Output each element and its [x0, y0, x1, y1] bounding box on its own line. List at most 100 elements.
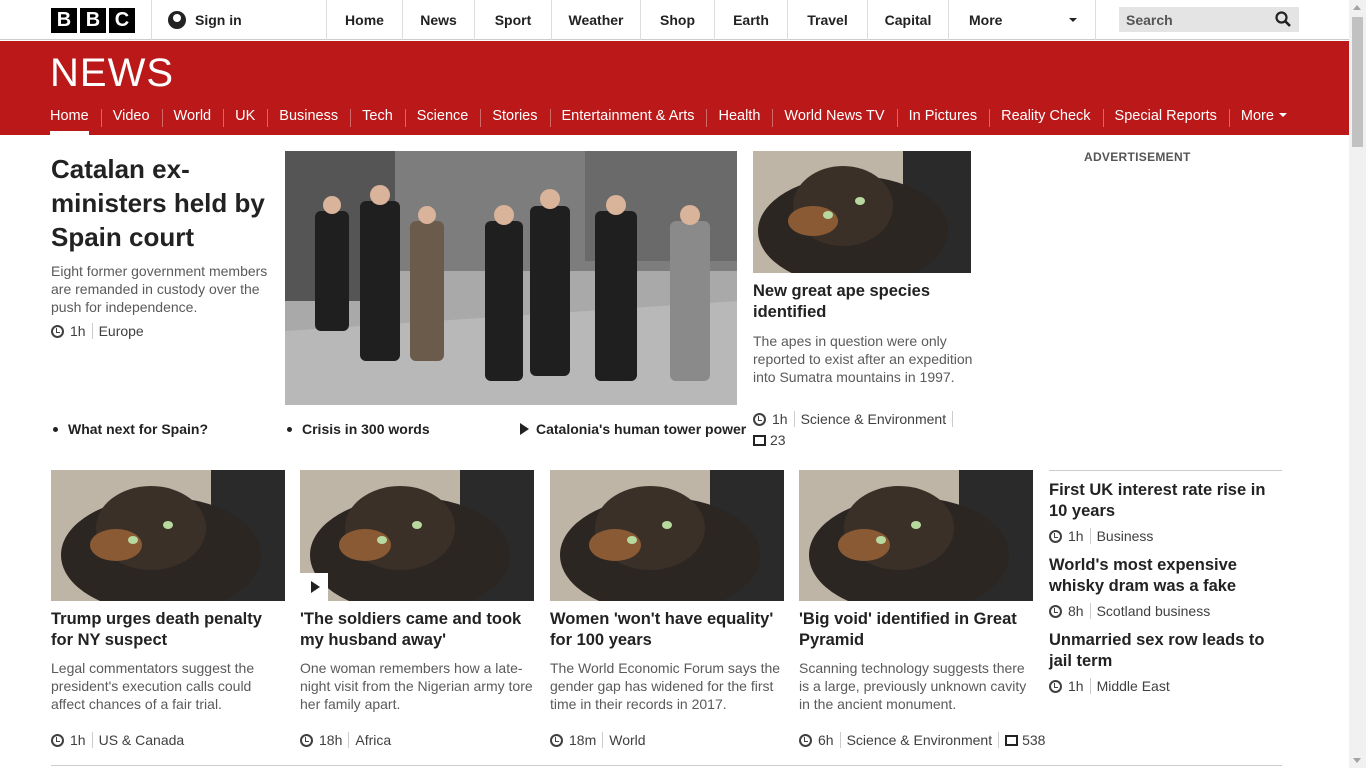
lead-story-image[interactable] [285, 151, 737, 405]
story-card-title[interactable]: Trump urges death penalty for NY suspect [51, 609, 285, 651]
divider [602, 732, 604, 748]
divider [1089, 528, 1091, 544]
comment-icon[interactable] [1005, 734, 1019, 746]
global-nav-weather[interactable]: Weather [552, 0, 641, 40]
story-card[interactable]: 'Big void' identified in Great Pyramid S… [799, 470, 1045, 748]
story-card[interactable]: 'The soldiers came and took my husband a… [300, 470, 534, 748]
news-nav-world[interactable]: World [161, 102, 224, 135]
side-story[interactable]: World's most expensive whisky dram was a… [1049, 555, 1282, 619]
global-nav-earth[interactable]: Earth [715, 0, 788, 40]
news-nav-special-reports[interactable]: Special Reports [1102, 102, 1229, 135]
global-nav-travel[interactable]: Travel [788, 0, 868, 40]
search-icon[interactable] [1275, 11, 1291, 27]
clock-icon [550, 733, 563, 747]
sign-in-link[interactable]: Sign in [151, 0, 327, 40]
story-section-link[interactable]: Scotland business [1097, 603, 1211, 619]
story-section-link[interactable]: Africa [355, 732, 391, 748]
story-card-image[interactable] [799, 470, 1033, 613]
scroll-thumb[interactable] [1352, 17, 1363, 147]
story-time: 1h [70, 732, 86, 748]
story-card-image[interactable] [51, 470, 285, 613]
story-card-summary: The World Economic Forum says the gender… [550, 660, 781, 712]
scroll-down-icon[interactable] [1353, 758, 1361, 763]
news-nav-entertainment[interactable]: Entertainment & Arts [549, 102, 707, 135]
story-card-image[interactable] [550, 470, 784, 613]
play-icon[interactable] [300, 573, 328, 601]
news-nav-video[interactable]: Video [100, 102, 162, 135]
global-nav-shop[interactable]: Shop [641, 0, 715, 40]
play-icon [520, 423, 529, 435]
bbc-logo[interactable]: B B C [51, 8, 135, 33]
story-time: 18h [319, 732, 343, 748]
section-divider [51, 765, 1282, 766]
related-video-link[interactable]: Catalonia's human tower power [520, 421, 746, 437]
story-section-link[interactable]: Science & Environment [801, 411, 947, 427]
news-logo[interactable]: NEWS [50, 51, 174, 96]
secondary-story-summary: The apes in question were only reported … [753, 333, 973, 385]
story-card-meta: 18h Africa [300, 732, 391, 748]
story-card-summary: Legal commentators suggest the president… [51, 660, 255, 712]
news-nav-world-news-tv[interactable]: World News TV [772, 102, 896, 135]
side-story-title[interactable]: First UK interest rate rise in 10 years [1049, 480, 1282, 522]
story-card-image[interactable] [300, 470, 534, 613]
divider [1089, 603, 1091, 619]
news-nav-health[interactable]: Health [706, 102, 772, 135]
news-nav-more[interactable]: More [1228, 102, 1299, 135]
story-section-link[interactable]: Europe [99, 323, 144, 339]
divider [998, 732, 1000, 748]
global-nav: Home News Sport Weather Shop Earth Trave… [326, 0, 1096, 40]
news-nav-science[interactable]: Science [404, 102, 481, 135]
more-label: More [969, 12, 1003, 28]
news-nav-reality-check[interactable]: Reality Check [989, 102, 1102, 135]
story-section-link[interactable]: Science & Environment [847, 732, 993, 748]
story-card-title[interactable]: 'The soldiers came and took my husband a… [300, 609, 534, 651]
story-section-link[interactable]: US & Canada [99, 732, 185, 748]
story-card-title[interactable]: Women 'won't have equality' for 100 year… [550, 609, 784, 651]
global-nav-more[interactable]: More [949, 0, 1096, 40]
comment-count[interactable]: 538 [1022, 732, 1045, 748]
related-link[interactable]: What next for Spain? [51, 421, 208, 437]
story-card-title[interactable]: 'Big void' identified in Great Pyramid [799, 609, 1033, 651]
story-section-link[interactable]: World [609, 732, 645, 748]
divider [91, 732, 93, 748]
story-card[interactable]: Trump urges death penalty for NY suspect… [51, 470, 285, 748]
search-box[interactable]: Search [1119, 7, 1299, 32]
user-icon [168, 11, 186, 29]
global-nav-news[interactable]: News [403, 0, 475, 40]
global-nav-home[interactable]: Home [326, 0, 403, 40]
clock-icon [300, 733, 313, 747]
side-story-title[interactable]: World's most expensive whisky dram was a… [1049, 555, 1282, 597]
news-header: NEWS Home Video World UK Business Tech S… [0, 41, 1349, 135]
secondary-story-meta: 1h Science & Environment [753, 411, 959, 427]
side-story[interactable]: First UK interest rate rise in 10 years … [1049, 480, 1282, 544]
logo-letter: B [51, 8, 77, 33]
story-section-link[interactable]: Business [1097, 528, 1154, 544]
global-nav-capital[interactable]: Capital [868, 0, 949, 40]
side-story-meta: 1h Business [1049, 528, 1282, 544]
news-nav-stories[interactable]: Stories [480, 102, 549, 135]
secondary-story-title[interactable]: New great ape species identified [753, 281, 973, 323]
sign-in-label: Sign in [195, 12, 242, 28]
news-nav-home[interactable]: Home [38, 102, 101, 135]
lead-story-title[interactable]: Catalan ex-ministers held by Spain court [51, 152, 276, 254]
scroll-up-icon[interactable] [1353, 5, 1361, 10]
comments-link[interactable]: 23 [753, 432, 786, 448]
page-scrollbar[interactable] [1349, 0, 1366, 768]
global-nav-sport[interactable]: Sport [475, 0, 552, 40]
news-nav-business[interactable]: Business [267, 102, 350, 135]
secondary-story-image[interactable] [753, 151, 971, 273]
story-card[interactable]: Women 'won't have equality' for 100 year… [550, 470, 784, 748]
side-story-title[interactable]: Unmarried sex row leads to jail term [1049, 630, 1282, 672]
related-link[interactable]: Crisis in 300 words [285, 421, 430, 437]
lead-photo-graphic [285, 151, 737, 405]
news-nav-tech[interactable]: Tech [350, 102, 405, 135]
story-section-link[interactable]: Middle East [1097, 678, 1170, 694]
side-story[interactable]: Unmarried sex row leads to jail term 1h … [1049, 630, 1282, 694]
chevron-down-icon [1069, 18, 1077, 22]
side-stories: First UK interest rate rise in 10 years … [1049, 470, 1282, 694]
news-nav-in-pictures[interactable]: In Pictures [896, 102, 990, 135]
cat-photo-graphic [753, 151, 971, 273]
story-card-summary: One woman remembers how a late-night vis… [300, 660, 533, 712]
news-nav-uk[interactable]: UK [223, 102, 267, 135]
story-card-summary: Scanning technology suggests there is a … [799, 660, 1027, 712]
